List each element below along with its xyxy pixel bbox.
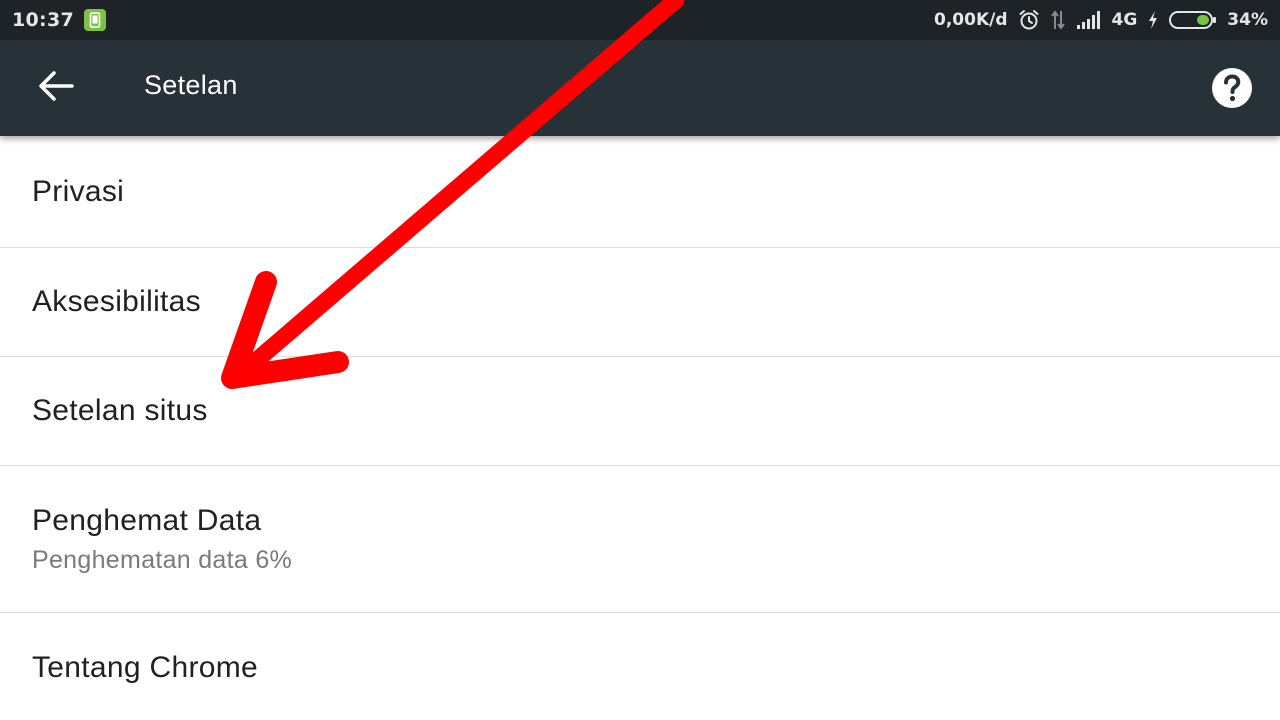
settings-list: Privasi Aksesibilitas Setelan situs Peng…	[0, 136, 1280, 720]
question-circle-icon	[1211, 67, 1253, 113]
status-bar: 10:37 0,00K/d 4G 34%	[0, 0, 1280, 40]
arrow-left-icon	[38, 70, 74, 106]
alarm-icon	[1018, 9, 1040, 31]
phone-notification-icon	[83, 9, 106, 31]
status-bar-right: 0,00K/d 4G 34%	[934, 9, 1268, 31]
charging-icon	[1147, 10, 1159, 30]
data-transfer-icon	[1050, 9, 1066, 31]
settings-item-subtitle: Penghematan data 6%	[32, 545, 293, 574]
settings-item-title: Setelan situs	[32, 394, 208, 427]
settings-item-title: Penghemat Data	[32, 503, 262, 537]
settings-item-setelan-situs[interactable]: Setelan situs	[0, 357, 1280, 466]
settings-item-tentang-chrome[interactable]: Tentang Chrome	[0, 613, 1280, 720]
network-speed: 0,00K/d	[934, 10, 1008, 30]
app-bar: Setelan	[0, 40, 1280, 136]
settings-item-aksesibilitas[interactable]: Aksesibilitas	[0, 248, 1280, 357]
settings-item-privasi[interactable]: Privasi	[0, 136, 1280, 248]
back-button[interactable]	[26, 62, 86, 114]
settings-item-penghemat-data[interactable]: Penghemat Data Penghematan data 6%	[0, 466, 1280, 613]
page-title: Setelan	[144, 70, 238, 100]
status-time: 10:37	[12, 9, 74, 31]
settings-item-title: Privasi	[32, 174, 125, 208]
status-bar-left: 10:37	[12, 9, 106, 31]
battery-icon	[1169, 10, 1217, 30]
settings-item-title: Aksesibilitas	[32, 285, 201, 318]
network-type: 4G	[1111, 10, 1138, 30]
settings-item-title: Tentang Chrome	[32, 650, 258, 684]
screen: 10:37 0,00K/d 4G 34% Setelan Privasi Aks…	[0, 0, 1280, 720]
battery-percent: 34%	[1227, 10, 1268, 30]
signal-icon	[1076, 10, 1102, 30]
help-button[interactable]	[1208, 66, 1256, 114]
